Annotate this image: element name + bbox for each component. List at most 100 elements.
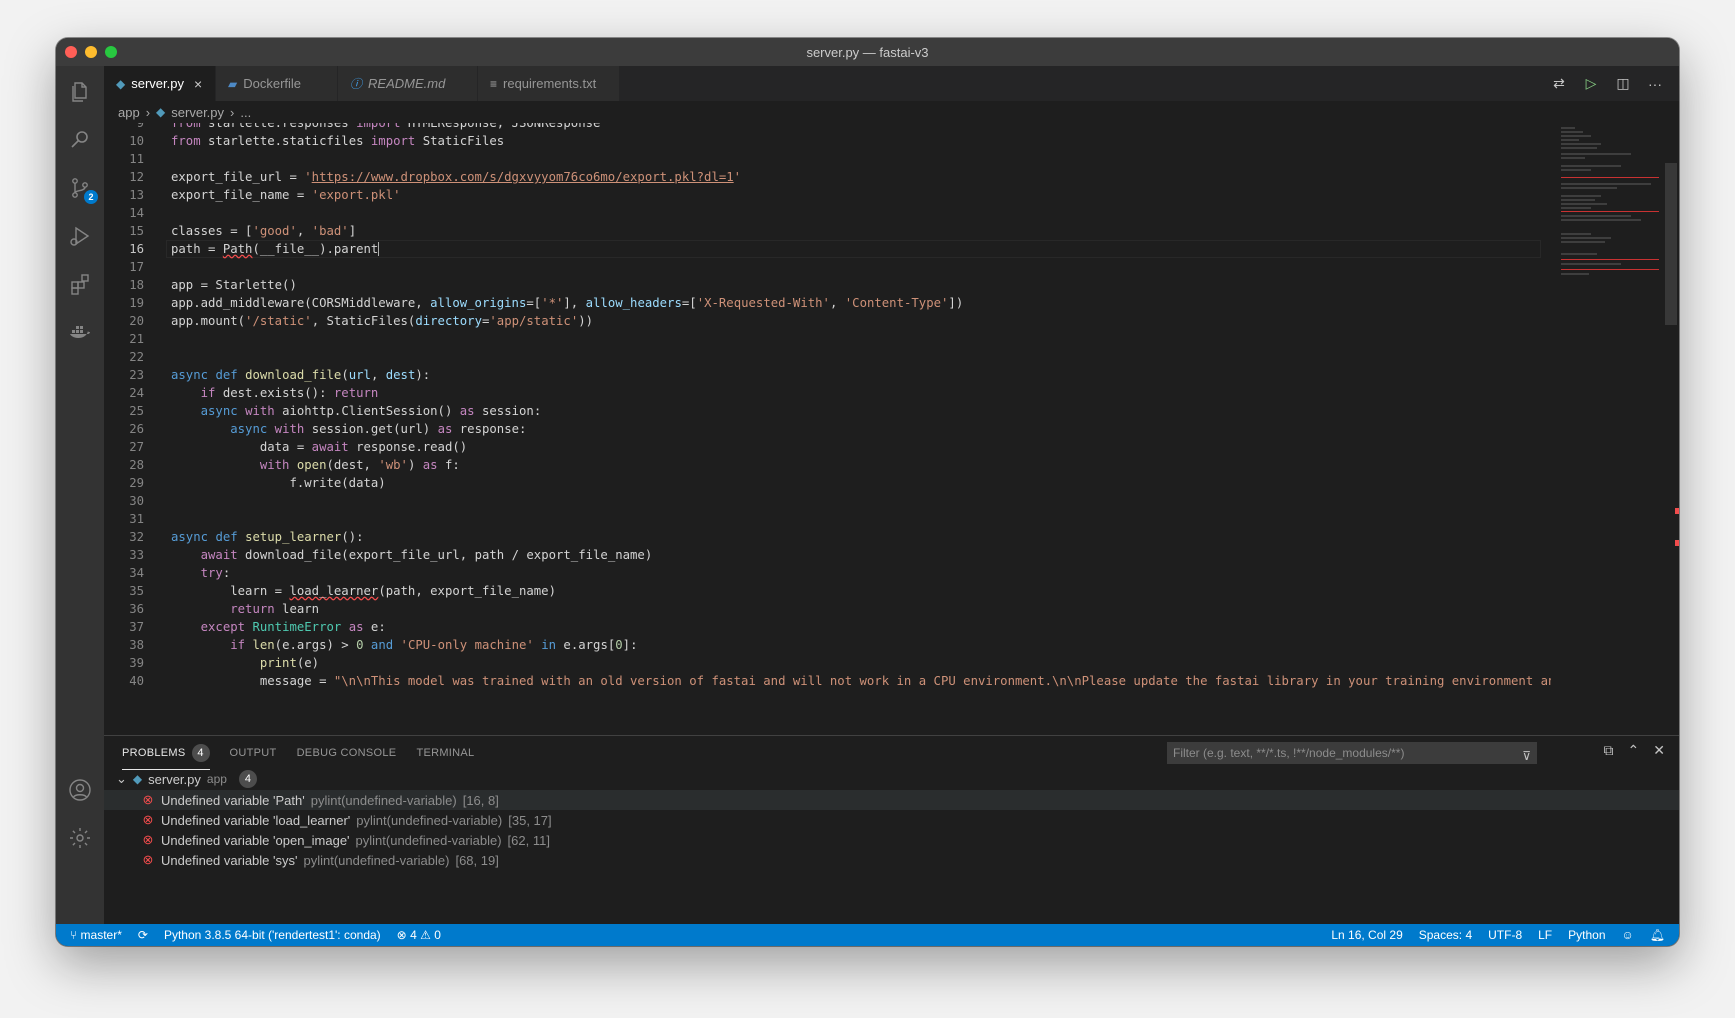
line-number: 14 xyxy=(129,206,144,220)
source-control-icon[interactable]: 2 xyxy=(68,176,98,204)
problems-count-badge: 4 xyxy=(191,744,210,762)
filter-icon[interactable]: ⊽ xyxy=(1522,745,1531,767)
code-line: app.add_middleware(CORSMiddleware, allow… xyxy=(171,296,964,310)
tab-label: requirements.txt xyxy=(503,76,597,91)
code-content[interactable]: from starlette.responses import HTMLResp… xyxy=(171,123,1551,690)
error-marker xyxy=(1675,540,1679,546)
tab-problems[interactable]: PROBLEMS 4 xyxy=(122,736,210,770)
language-mode[interactable]: Python xyxy=(1568,928,1605,942)
line-number: 33 xyxy=(129,548,144,562)
cursor-position[interactable]: Ln 16, Col 29 xyxy=(1331,928,1402,942)
line-number: 38 xyxy=(129,638,144,652)
line-number: 39 xyxy=(129,656,144,670)
code-line: print(e) xyxy=(259,656,320,670)
panel-actions: ⧉ ⌃ ✕ xyxy=(1604,742,1665,759)
editor-actions: ⇄ ▷ ◫ ··· xyxy=(1549,66,1665,101)
open-changes-icon[interactable]: ⇄ xyxy=(1549,74,1569,94)
sync-icon[interactable]: ⟳ xyxy=(138,928,148,942)
problem-message: Undefined variable 'Path' xyxy=(161,792,305,808)
problems-file-group[interactable]: ⌄ ◆ server.py app 4 xyxy=(116,769,257,789)
collapse-all-icon[interactable]: ⧉ xyxy=(1604,742,1614,759)
tab-server-py[interactable]: ◆ server.py × xyxy=(104,66,216,101)
vscode-window: server.py — fastai-v3 2 ◆ server.py × ▰ … xyxy=(56,38,1679,946)
run-python-file-icon[interactable]: ▷ xyxy=(1581,74,1601,94)
tab-terminal[interactable]: TERMINAL xyxy=(416,747,474,759)
line-number: 17 xyxy=(129,260,144,274)
run-debug-icon[interactable] xyxy=(68,224,92,248)
notifications-bell-icon[interactable]: 🔔︎ xyxy=(1650,928,1665,942)
problems-status[interactable]: ⊗ 4 ⚠ 0 xyxy=(397,928,441,942)
line-number: 25 xyxy=(129,404,144,418)
problem-source: pylint(undefined-variable) xyxy=(356,812,503,828)
problems-filter-input[interactable]: Filter (e.g. text, **/*.ts, !**/node_mod… xyxy=(1167,742,1537,764)
warning-count: 0 xyxy=(434,928,441,942)
code-line: if dest.exists(): return xyxy=(200,386,379,400)
problem-source: pylint(undefined-variable) xyxy=(303,852,450,868)
tab-output[interactable]: OUTPUT xyxy=(230,747,277,759)
tab-dockerfile[interactable]: ▰ Dockerfile xyxy=(216,66,338,101)
docker-icon[interactable] xyxy=(68,320,92,344)
extensions-icon[interactable] xyxy=(68,272,92,296)
minimize-window-button[interactable] xyxy=(85,46,97,58)
tab-readme[interactable]: ⓘ README.md xyxy=(338,66,478,101)
code-line: async def setup_learner(): xyxy=(171,530,364,544)
tab-debug-console[interactable]: DEBUG CONSOLE xyxy=(297,747,397,759)
breadcrumb-more[interactable]: ... xyxy=(240,105,251,120)
git-branch-status[interactable]: ⑂ master* xyxy=(70,928,122,942)
tab-label: PROBLEMS xyxy=(122,747,186,759)
problem-file-folder: app xyxy=(206,772,227,786)
chevron-right-icon: › xyxy=(230,104,235,120)
split-editor-icon[interactable]: ◫ xyxy=(1613,74,1633,94)
close-window-button[interactable] xyxy=(65,46,77,58)
python-icon: ◆ xyxy=(156,105,166,119)
end-of-line[interactable]: LF xyxy=(1538,928,1552,942)
warning-icon: ⚠ xyxy=(420,928,431,942)
close-panel-icon[interactable]: ✕ xyxy=(1653,742,1665,759)
close-tab-icon[interactable]: × xyxy=(194,76,202,92)
problem-item[interactable]: ⊗ Undefined variable 'Path' pylint(undef… xyxy=(104,790,1679,810)
line-number: 24 xyxy=(129,386,144,400)
python-interpreter[interactable]: Python 3.8.5 64-bit ('rendertest1': cond… xyxy=(164,928,381,942)
encoding[interactable]: UTF-8 xyxy=(1488,928,1522,942)
manage-gear-icon[interactable] xyxy=(68,826,92,850)
problem-source: pylint(undefined-variable) xyxy=(355,832,502,848)
maximize-window-button[interactable] xyxy=(105,46,117,58)
code-editor[interactable]: 9 10 11 12 13 14 15 16 17 18 19 20 21 22 23 24 25 26 27 28 2… xyxy=(104,123,1551,735)
problem-item[interactable]: ⊗ Undefined variable 'open_image' pylint… xyxy=(104,830,1679,850)
code-line: async with aiohttp.ClientSession() as se… xyxy=(200,404,542,418)
problem-item[interactable]: ⊗ Undefined variable 'sys' pylint(undefi… xyxy=(104,850,1679,870)
minimap[interactable] xyxy=(1551,123,1663,735)
more-actions-icon[interactable]: ··· xyxy=(1645,74,1665,94)
accounts-icon[interactable] xyxy=(68,778,92,802)
problem-file-count: 4 xyxy=(238,770,257,788)
scrollbar-thumb[interactable] xyxy=(1665,163,1677,325)
breadcrumb-file[interactable]: server.py xyxy=(171,105,224,120)
explorer-icon[interactable] xyxy=(68,80,92,104)
docker-icon: ▰ xyxy=(228,76,238,91)
maximize-panel-icon[interactable]: ⌃ xyxy=(1628,742,1640,759)
feedback-icon[interactable]: ☺ xyxy=(1622,928,1634,942)
line-number: 34 xyxy=(129,566,144,580)
search-icon[interactable] xyxy=(68,128,92,152)
problem-item[interactable]: ⊗ Undefined variable 'load_learner' pyli… xyxy=(104,810,1679,830)
line-number: 40 xyxy=(129,674,144,688)
tab-requirements[interactable]: ≡ requirements.txt xyxy=(478,66,620,101)
line-number: 30 xyxy=(129,494,144,508)
code-line: async with session.get(url) as response: xyxy=(230,422,527,436)
vertical-scrollbar[interactable] xyxy=(1663,123,1679,735)
activity-bar: 2 xyxy=(56,66,104,924)
line-number: 27 xyxy=(129,440,144,454)
problem-file-name: server.py xyxy=(148,771,201,787)
line-number: 10 xyxy=(129,134,144,148)
line-number: 22 xyxy=(129,350,144,364)
code-line: from starlette.responses import HTMLResp… xyxy=(171,123,601,130)
code-line: async def download_file(url, dest): xyxy=(171,368,431,382)
code-line: message = "\n\nThis model was trained wi… xyxy=(171,674,1551,688)
breadcrumb-folder[interactable]: app xyxy=(118,105,140,120)
indentation[interactable]: Spaces: 4 xyxy=(1419,928,1472,942)
status-bar: ⑂ master* ⟳ Python 3.8.5 64-bit ('render… xyxy=(56,924,1679,946)
